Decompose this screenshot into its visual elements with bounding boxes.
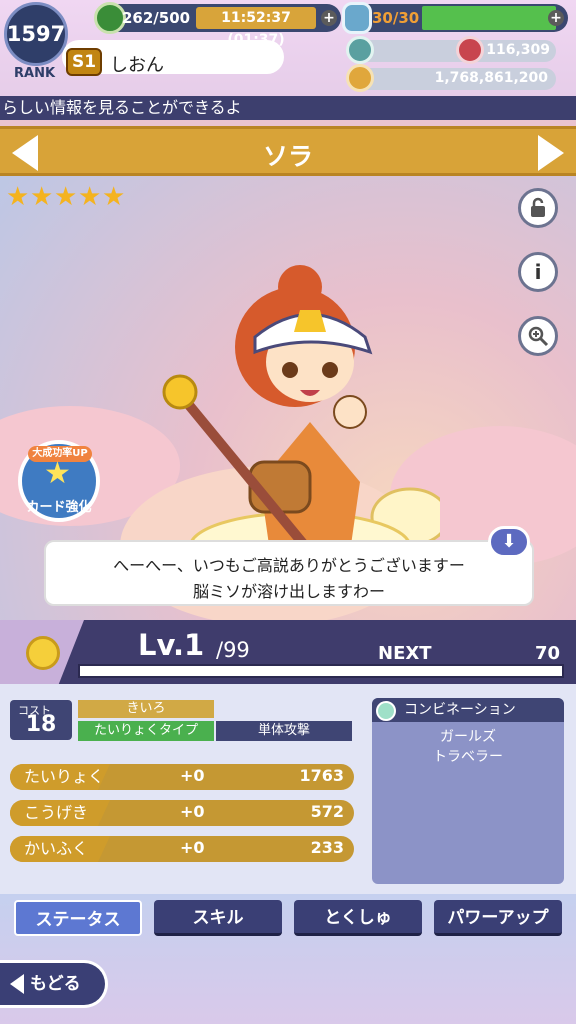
attack-attribute: 単体攻撃 (216, 721, 352, 741)
type-attribute: たいりょくタイプ (78, 721, 214, 741)
stamina-plus-icon[interactable]: + (321, 10, 337, 26)
download-arrow-icon[interactable]: ⬇ (488, 526, 530, 558)
speech-line-1: へーへー、いつもご高説ありがとうございますー (113, 556, 465, 575)
star-icon: ★ (54, 182, 78, 212)
star-icon: ★ (6, 182, 30, 212)
combination-icon (376, 701, 396, 721)
stat-row-attack: こうげき +0 572 (10, 800, 354, 826)
combination-item: ガールズ (440, 729, 496, 745)
stat-name: かいふく (10, 836, 110, 862)
stat-value: 1763 (299, 766, 344, 785)
level-max: /99 (216, 638, 250, 662)
level-label: Lv.1 (138, 628, 205, 662)
combination-title: コンビネーション (372, 698, 564, 722)
next-exp-label: NEXT (378, 643, 432, 664)
cost-value: 18 (25, 712, 57, 737)
color-attribute: きいろ (78, 700, 214, 718)
news-ticker[interactable]: らしい情報を見ることができるよ (0, 96, 576, 120)
gem-icon (346, 36, 374, 64)
rank-badge: 1597 (4, 2, 68, 66)
player-name: しおん (110, 55, 164, 76)
info-icon[interactable]: i (518, 252, 558, 292)
combination-item: トラベラー (433, 749, 503, 765)
stamina-timer: 11:52:37 (01:37) (196, 7, 316, 48)
cost-box: コスト 18 (10, 700, 72, 740)
back-arrow-icon (10, 974, 24, 994)
tab-status[interactable]: ステータス (14, 900, 142, 936)
lock-icon[interactable] (518, 188, 558, 228)
tab-power-up[interactable]: パワーアップ (434, 900, 562, 936)
card-name: ソラ (262, 142, 313, 171)
zoom-icon[interactable] (518, 316, 558, 356)
star-icon: ★ (102, 182, 126, 212)
yellow-puyo-icon (26, 636, 60, 670)
potion-bar (422, 6, 556, 30)
star-icon: ★ (78, 182, 102, 212)
coin-count: 1,768,861,200 (434, 70, 548, 86)
potion-counter: 30/30 + (342, 2, 568, 34)
speech-bubble: へーへー、いつもご高説ありがとうございますー 脳ミソが溶け出しますわー (44, 540, 534, 606)
stat-value: 233 (310, 838, 344, 857)
coin-counter: 1,768,861,200 (346, 64, 556, 92)
card-title-banner: ソラ (0, 126, 576, 176)
stat-name: こうげき (10, 800, 110, 826)
potion-value: 30/30 (372, 9, 420, 27)
rank-label: RANK (14, 66, 56, 81)
exp-progress-bar (78, 664, 564, 678)
next-exp-value: 70 (534, 643, 560, 664)
next-card-arrow-icon[interactable] (538, 135, 564, 171)
title-badge: S1 (66, 48, 102, 76)
tab-special[interactable]: とくしゅ (294, 900, 422, 936)
rank-number: 1597 (6, 22, 66, 46)
ruby-count: 116,309 (486, 42, 550, 58)
stat-row-hp: たいりょく +0 1763 (10, 764, 354, 790)
stat-name: たいりょく (10, 764, 110, 790)
potion-plus-icon[interactable]: + (548, 10, 564, 26)
potion-icon (342, 2, 372, 34)
stat-row-recovery: かいふく +0 233 (10, 836, 354, 862)
stamina-counter: 262/500 11:52:37 (01:37) + (94, 2, 341, 48)
card-enhance-label: カード強化 (26, 500, 92, 515)
enhance-star-icon: ★ (44, 456, 71, 491)
tab-skill[interactable]: スキル (154, 900, 282, 936)
gem-ruby-counter: 0 116,309 (346, 36, 556, 64)
stat-bonus: +0 (180, 838, 205, 857)
coin-icon (346, 64, 374, 92)
speech-line-2: 脳ミソが溶け出しますわー (192, 582, 385, 601)
stat-value: 572 (310, 802, 344, 821)
star-icon: ★ (30, 182, 54, 212)
stamina-value: 262/500 (122, 9, 191, 27)
stat-bonus: +0 (180, 766, 205, 785)
stat-bonus: +0 (180, 802, 205, 821)
ruby-icon (456, 36, 484, 64)
